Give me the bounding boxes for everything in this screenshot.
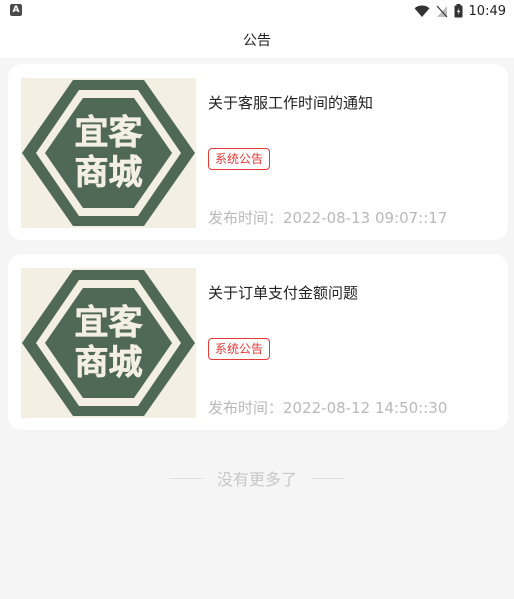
logo-text-line1: 宜客	[75, 113, 143, 153]
app-notification-icon: A	[10, 4, 22, 16]
divider-line-right	[311, 477, 345, 479]
list-end-indicator: 没有更多了	[0, 466, 514, 490]
notice-publish-time: 发布时间：2022-08-13 09:07::17	[208, 209, 448, 227]
logo-text-line1: 宜客	[75, 303, 143, 343]
notice-tag-badge: 系统公告	[208, 148, 271, 170]
notice-card[interactable]: 宜客 商城 关于订单支付金额问题 系统公告 发布时间：2022-08-12 14…	[8, 254, 508, 430]
battery-icon	[454, 4, 463, 18]
status-time: 10:49	[468, 3, 506, 19]
notice-thumbnail: 宜客 商城	[21, 78, 196, 228]
store-logo-icon: 宜客 商城	[21, 78, 196, 228]
signal-icon	[436, 5, 447, 17]
no-more-text: 没有更多了	[216, 470, 297, 489]
page-title: 公告	[243, 33, 271, 49]
notice-card[interactable]: 宜客 商城 关于客服工作时间的通知 系统公告 发布时间：2022-08-13 0…	[8, 64, 508, 240]
divider-line-left	[168, 477, 203, 479]
header-bar: 公告	[0, 22, 514, 58]
notice-title: 关于订单支付金额问题	[208, 284, 359, 302]
notice-tag-badge: 系统公告	[208, 338, 271, 360]
notice-title: 关于客服工作时间的通知	[208, 94, 374, 112]
store-logo-icon: 宜客 商城	[21, 268, 196, 418]
status-right-group: 10:49	[414, 2, 506, 20]
notice-thumbnail: 宜客 商城	[21, 268, 196, 418]
logo-text-line2: 商城	[75, 343, 143, 383]
wifi-icon	[414, 5, 430, 17]
logo-text-line2: 商城	[75, 153, 143, 193]
notice-publish-time: 发布时间：2022-08-12 14:50::30	[208, 399, 448, 417]
status-bar: A 10:49	[0, 0, 514, 22]
